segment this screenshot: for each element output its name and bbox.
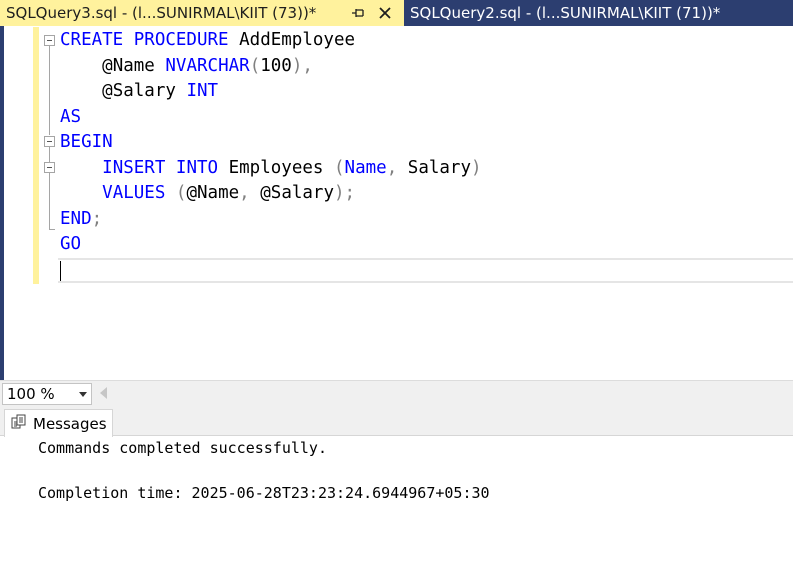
- code-line: VALUES (@Name, @Salary);: [60, 181, 355, 206]
- outline-line: [49, 46, 50, 135]
- zoom-value: 100 %: [7, 385, 55, 403]
- parameter: @Salary: [102, 81, 176, 101]
- code-line: BEGIN: [60, 130, 113, 155]
- scroll-left-icon[interactable]: [100, 387, 107, 399]
- collapse-icon[interactable]: [44, 136, 55, 147]
- data-type: NVARCHAR: [165, 56, 250, 76]
- code-line: INSERT INTO Employees (Name, Salary): [60, 156, 482, 181]
- punctuation: ;: [91, 209, 103, 229]
- procedure-name: AddEmployee: [239, 30, 356, 50]
- results-pane: Messages Commands completed successfully…: [0, 405, 793, 565]
- keyword: END: [60, 209, 92, 229]
- keyword: BEGIN: [60, 132, 113, 152]
- document-tab-strip: SQLQuery3.sql - (l...SUNIRMAL\KIIT (73))…: [0, 0, 793, 26]
- completion-time: Completion time: 2025-06-28T23:23:24.694…: [38, 484, 490, 502]
- code-line: END;: [60, 207, 102, 232]
- tab-title: SQLQuery2.sql - (l...SUNIRMAL\KIIT (71))…: [410, 4, 721, 22]
- collapse-icon[interactable]: [44, 162, 55, 173]
- column-name: Name: [344, 158, 387, 178]
- punctuation: );: [334, 183, 356, 203]
- code-line: AS: [60, 105, 81, 130]
- keyword: INSERT INTO: [102, 158, 219, 178]
- chevron-down-icon[interactable]: [79, 392, 87, 397]
- punctuation: ),: [291, 56, 313, 76]
- punctuation: (: [249, 56, 261, 76]
- parameter: @Name: [102, 56, 155, 76]
- close-icon[interactable]: [376, 0, 394, 26]
- punctuation: ): [471, 158, 482, 178]
- keyword: VALUES: [102, 183, 166, 203]
- punctuation: ,: [386, 158, 398, 178]
- tab-messages[interactable]: Messages: [4, 409, 113, 437]
- punctuation: (: [333, 158, 345, 178]
- messages-icon: [11, 414, 27, 434]
- code-line: GO: [60, 232, 81, 257]
- column-name: Salary: [407, 158, 471, 178]
- pin-icon[interactable]: [350, 0, 366, 26]
- keyword: AS: [60, 107, 82, 127]
- data-type: INT: [186, 81, 219, 101]
- punctuation: (: [175, 183, 187, 203]
- outline-line: [49, 147, 50, 229]
- message-text: Commands completed successfully.: [38, 439, 327, 457]
- editor-status-bar: 100 %: [0, 380, 793, 405]
- collapse-icon[interactable]: [44, 35, 55, 46]
- query-editor[interactable]: CREATE PROCEDURE AddEmployee @Name NVARC…: [0, 26, 793, 380]
- tab-sqlquery2[interactable]: SQLQuery2.sql - (l...SUNIRMAL\KIIT (71))…: [404, 0, 793, 26]
- code-line: @Name NVARCHAR(100),: [60, 54, 313, 79]
- change-tracking-bar: [33, 27, 39, 284]
- text-caret: [60, 261, 61, 281]
- results-tab-strip: Messages: [0, 405, 793, 437]
- code-line: @Salary INT: [60, 79, 218, 104]
- tab-title: SQLQuery3.sql - (l...SUNIRMAL\KIIT (73))…: [6, 4, 317, 22]
- parameter: @Name: [186, 183, 240, 203]
- zoom-dropdown[interactable]: 100 %: [2, 383, 92, 405]
- editor-left-border: [0, 26, 4, 380]
- outline-end: [49, 229, 55, 230]
- tab-sqlquery3[interactable]: SQLQuery3.sql - (l...SUNIRMAL\KIIT (73))…: [0, 0, 404, 26]
- messages-tab-label: Messages: [33, 414, 107, 433]
- code-line: CREATE PROCEDURE AddEmployee: [60, 28, 355, 53]
- table-name: Employees: [228, 158, 324, 178]
- punctuation: ,: [239, 183, 250, 203]
- number: 100: [260, 56, 292, 76]
- keyword: CREATE PROCEDURE: [60, 30, 229, 50]
- keyword: GO: [60, 234, 82, 254]
- parameter: @Salary: [260, 183, 335, 203]
- current-line-highlight: [58, 258, 793, 283]
